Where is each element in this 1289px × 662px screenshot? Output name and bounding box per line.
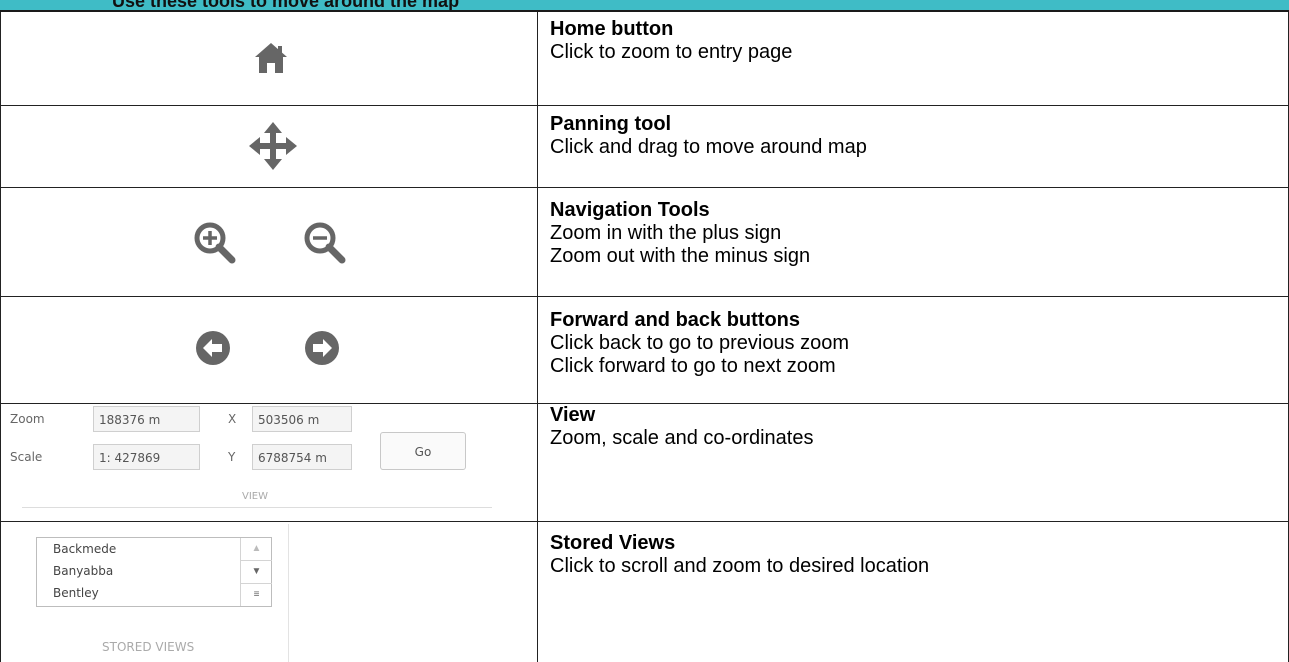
home-icon[interactable] <box>251 40 291 81</box>
row-title: Navigation Tools <box>550 199 710 221</box>
table-column-divider <box>537 12 538 662</box>
row-divider <box>0 296 1289 297</box>
row-text: Click forward to go to next zoom <box>550 355 836 377</box>
header-bar: Use these tools to move around the map <box>0 0 1289 12</box>
row-view-description: View Zoom, scale and co-ordinates <box>550 404 813 450</box>
y-label: Y <box>228 450 236 464</box>
row-stored-views-description: Stored Views Click to scroll and zoom to… <box>550 532 929 578</box>
row-text: Zoom out with the minus sign <box>550 245 811 267</box>
row-title: Home button <box>550 18 674 40</box>
pan-arrows-icon[interactable] <box>248 121 298 176</box>
stored-panel-edge <box>288 524 289 662</box>
row-text: Click and drag to move around map <box>550 136 867 158</box>
scale-label: Scale <box>10 450 43 464</box>
row-text: Click to scroll and zoom to desired loca… <box>550 555 930 577</box>
view-panel-divider <box>22 507 492 508</box>
table-border-left <box>0 12 1 662</box>
list-item[interactable]: Backmede <box>53 542 116 556</box>
y-coordinate-field[interactable]: 6788754 m <box>252 444 352 470</box>
row-text: Zoom in with the plus sign <box>550 222 782 244</box>
view-caption: VIEW <box>242 491 268 502</box>
row-title: Forward and back buttons <box>550 309 801 331</box>
row-forward-back-description: Forward and back buttons Click back to g… <box>550 309 849 378</box>
x-label: X <box>228 412 237 426</box>
scroll-down-icon[interactable]: ▼ <box>241 561 272 584</box>
scale-field[interactable]: 1: 427869 <box>93 444 200 470</box>
scroll-up-icon[interactable]: ▲ <box>241 538 272 561</box>
stored-views-caption: STORED VIEWS <box>102 640 195 654</box>
zoom-out-icon[interactable] <box>302 220 348 271</box>
row-title: View <box>550 404 596 426</box>
zoom-label: Zoom <box>10 412 45 426</box>
row-divider <box>0 521 1289 522</box>
row-home-description: Home button Click to zoom to entry page <box>550 18 792 64</box>
row-text: Zoom, scale and co-ordinates <box>550 427 814 449</box>
stored-views-scrollbar[interactable]: ▲ ▼ ≡ <box>240 538 272 606</box>
view-panel: Zoom 188376 m X 503506 m Scale 1: 427869… <box>10 406 510 516</box>
zoom-in-icon[interactable] <box>192 220 238 271</box>
list-item[interactable]: Bentley <box>53 586 99 600</box>
zoom-field[interactable]: 188376 m <box>93 406 200 432</box>
x-coordinate-field[interactable]: 503506 m <box>252 406 352 432</box>
header-title: Use these tools to move around the map <box>112 0 460 11</box>
list-item[interactable]: Banyabba <box>53 564 113 578</box>
scroll-bottom-icon[interactable]: ≡ <box>241 584 272 606</box>
row-pan-description: Panning tool Click and drag to move arou… <box>550 113 867 159</box>
row-divider <box>0 187 1289 188</box>
forward-arrow-icon[interactable] <box>304 330 340 371</box>
stored-views-list[interactable]: Backmede Banyabba Bentley ▲ ▼ ≡ <box>36 537 272 607</box>
go-button[interactable]: Go <box>380 432 466 470</box>
row-title: Panning tool <box>550 113 672 135</box>
row-title: Stored Views <box>550 532 676 554</box>
row-text: Click back to go to previous zoom <box>550 332 850 354</box>
row-text: Click to zoom to entry page <box>550 41 793 63</box>
back-arrow-icon[interactable] <box>195 330 231 371</box>
row-navigation-description: Navigation Tools Zoom in with the plus s… <box>550 199 810 268</box>
row-divider <box>0 105 1289 106</box>
